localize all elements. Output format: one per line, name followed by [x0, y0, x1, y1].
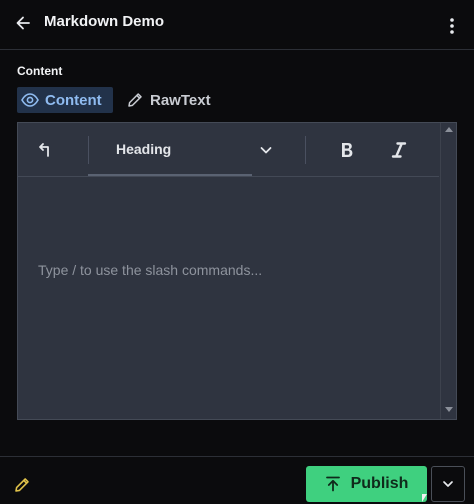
- back-button[interactable]: [10, 10, 36, 36]
- eye-icon: [21, 93, 39, 107]
- heading-select-value: Heading: [116, 141, 172, 157]
- pencil-icon: [13, 476, 31, 494]
- app-header: Markdown Demo: [0, 0, 474, 50]
- editor-text-area[interactable]: Type / to use the slash commands...: [18, 177, 439, 419]
- chevron-down-icon: [442, 478, 454, 490]
- tab-rawtext[interactable]: RawText: [126, 87, 222, 113]
- action-footer: Publish: [0, 456, 474, 504]
- publish-button[interactable]: Publish: [306, 466, 427, 502]
- arrow-left-icon: [14, 14, 32, 32]
- heading-select[interactable]: Heading: [88, 123, 272, 176]
- toolbar-divider: [305, 136, 306, 164]
- tab-content-label: Content: [45, 91, 102, 109]
- markdown-editor: Heading Type / to use the slash commands…: [17, 122, 457, 420]
- bold-icon: [339, 141, 355, 159]
- upload-icon: [325, 476, 341, 492]
- tab-content[interactable]: Content: [17, 87, 113, 113]
- more-options-button[interactable]: [440, 14, 464, 38]
- scroll-up-arrow-icon[interactable]: [445, 127, 453, 132]
- corner-arrow-icon: [35, 141, 53, 159]
- editor-scrollbar[interactable]: [440, 123, 456, 419]
- content-field-label: Content: [17, 64, 63, 78]
- italic-icon: [391, 141, 407, 159]
- undo-button[interactable]: [30, 136, 58, 164]
- editor-toolbar: Heading: [18, 123, 439, 177]
- pencil-icon: [126, 91, 144, 109]
- chevron-down-icon: [256, 140, 276, 160]
- tab-rawtext-label: RawText: [150, 91, 211, 109]
- page-title: Markdown Demo: [44, 13, 165, 30]
- publish-button-label: Publish: [350, 475, 409, 492]
- editor-placeholder: Type / to use the slash commands...: [38, 262, 263, 278]
- italic-button[interactable]: [385, 136, 413, 164]
- publish-options-button[interactable]: [431, 466, 465, 502]
- bold-button[interactable]: [333, 136, 361, 164]
- scroll-down-arrow-icon[interactable]: [445, 407, 453, 412]
- edit-button[interactable]: [10, 473, 34, 497]
- mouse-cursor-icon: [422, 494, 427, 502]
- vertical-dots-icon: [449, 17, 455, 35]
